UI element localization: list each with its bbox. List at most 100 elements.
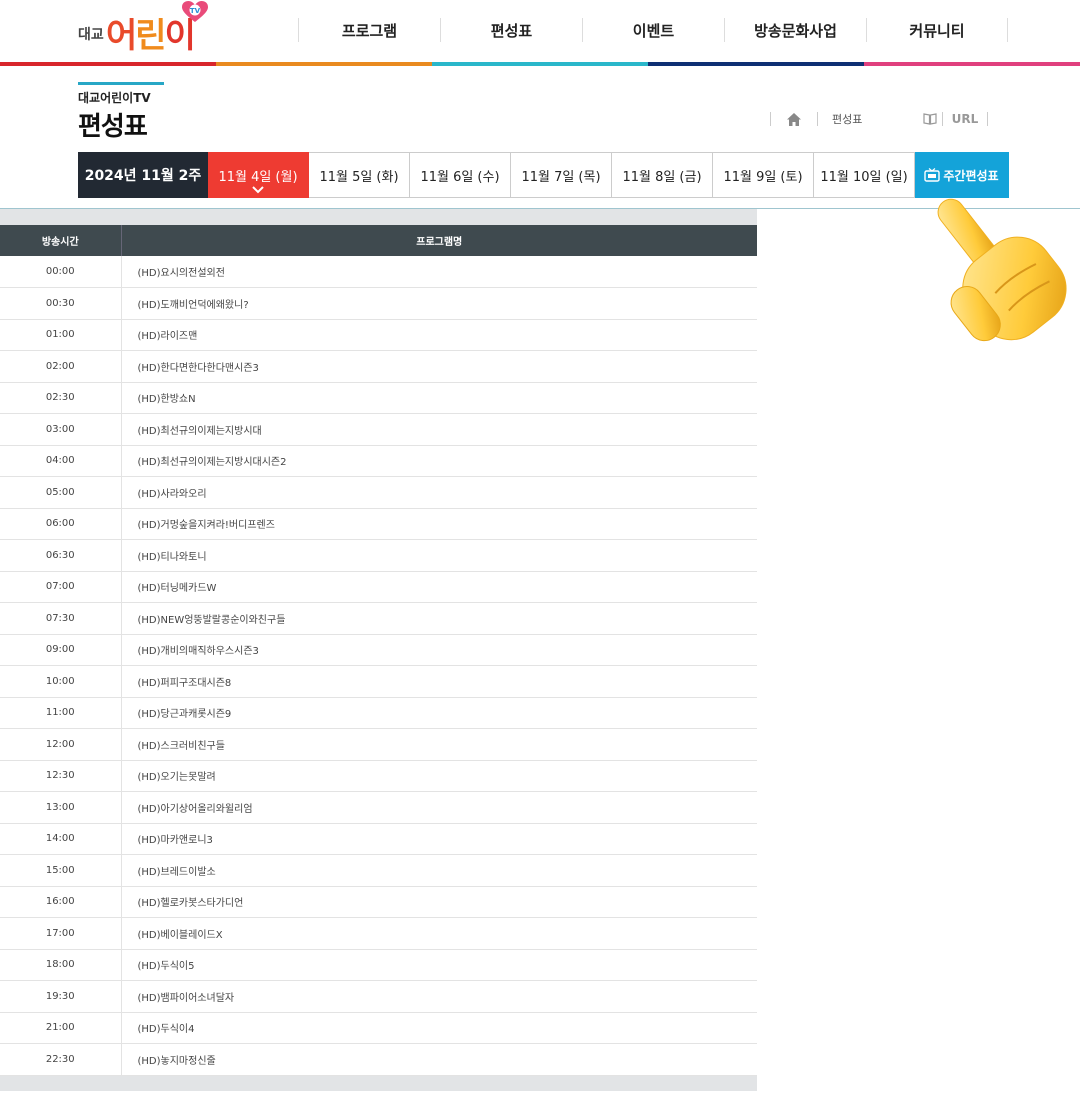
broadcast-time: 03:00	[0, 413, 122, 446]
site-header: 대교 어린이 TV 프로그램 편성표 이벤트 방송문화사업 커뮤니티	[0, 0, 1080, 62]
program-name[interactable]: (HD)놓지마정신줄	[121, 1043, 757, 1076]
table-row: 13:00 (HD)아기상어올리와윌리엄	[0, 791, 757, 824]
schedule-body: 00:00 (HD)요시의전설외전 00:30 (HD)도깨비언덕에왜왔니? 01:00…	[0, 256, 757, 1076]
tab-day-mon[interactable]: 11월 4일 (월)	[208, 152, 309, 198]
table-header-row: 방송시간 프로그램명	[0, 225, 757, 256]
program-name[interactable]: (HD)라이즈맨	[121, 319, 757, 351]
nav-item-program[interactable]: 프로그램	[298, 18, 440, 42]
program-name[interactable]: (HD)스크러비친구들	[121, 728, 757, 761]
broadcast-time: 02:30	[0, 382, 122, 414]
date-tabs: 2024년 11월 2주 11월 4일 (월) 11월 5일 (화) 11월 6…	[78, 152, 1009, 198]
color-bar	[0, 62, 1080, 66]
program-name[interactable]: (HD)최선규의이제는지방시대시즌2	[121, 445, 757, 477]
logo-main-label: 어린이	[106, 16, 196, 56]
tv-icon	[924, 168, 941, 182]
broadcast-time: 12:00	[0, 728, 122, 761]
broadcast-time: 13:00	[0, 791, 122, 824]
site-logo[interactable]: 대교 어린이 TV	[78, 1, 218, 60]
bookmark-button[interactable]	[918, 113, 942, 125]
program-name[interactable]: (HD)도깨비언덕에왜왔니?	[121, 287, 757, 320]
color-bar-segment	[216, 62, 432, 66]
table-row: 02:30 (HD)한방쇼N	[0, 382, 757, 414]
column-header-time: 방송시간	[0, 225, 122, 256]
program-name[interactable]: (HD)한방쇼N	[121, 382, 757, 414]
program-name[interactable]: (HD)헬로카봇스타가디언	[121, 886, 757, 918]
broadcast-time: 19:30	[0, 980, 122, 1013]
nav-item-schedule[interactable]: 편성표	[440, 18, 582, 42]
color-bar-segment	[864, 62, 1080, 66]
broadcast-time: 16:00	[0, 886, 122, 918]
table-row: 12:30 (HD)오기는못말려	[0, 760, 757, 792]
color-bar-segment	[432, 62, 648, 66]
program-name[interactable]: (HD)거멍숲을지켜라!버디프렌즈	[121, 508, 757, 540]
tab-day-fri[interactable]: 11월 8일 (금)	[612, 152, 713, 198]
program-name[interactable]: (HD)퍼피구조대시즌8	[121, 665, 757, 698]
broadcast-time: 05:00	[0, 476, 122, 509]
program-name[interactable]: (HD)NEW엉뚱발랄콩순이와친구들	[121, 602, 757, 635]
broadcast-time: 00:30	[0, 287, 122, 320]
home-link[interactable]	[771, 112, 817, 126]
table-row: 15:00 (HD)브레드이발소	[0, 854, 757, 887]
tab-day-tue[interactable]: 11월 5일 (화)	[309, 152, 410, 198]
program-name[interactable]: (HD)브레드이발소	[121, 854, 757, 887]
book-icon	[923, 113, 937, 125]
title-accent-line	[78, 82, 164, 85]
weekly-schedule-label: 주간편성표	[943, 168, 999, 183]
tab-day-sat[interactable]: 11월 9일 (토)	[713, 152, 814, 198]
breadcrumb-divider	[987, 112, 988, 126]
broadcast-time: 10:00	[0, 665, 122, 698]
table-row: 04:00 (HD)최선규의이제는지방시대시즌2	[0, 445, 757, 477]
tab-day-wed[interactable]: 11월 6일 (수)	[410, 152, 511, 198]
broadcast-time: 09:00	[0, 634, 122, 666]
chevron-down-icon	[252, 186, 264, 194]
program-name[interactable]: (HD)오기는못말려	[121, 760, 757, 792]
pointing-hand-icon	[937, 198, 1067, 342]
table-row: 07:00 (HD)터닝메카드W	[0, 571, 757, 603]
broadcast-time: 18:00	[0, 949, 122, 981]
tv-heart-icon: TV	[182, 1, 208, 22]
table-row: 01:00 (HD)라이즈맨	[0, 319, 757, 351]
broadcast-time: 04:00	[0, 445, 122, 477]
program-name[interactable]: (HD)뱀파이어소녀달자	[121, 980, 757, 1013]
tab-day-thu[interactable]: 11월 7일 (목)	[511, 152, 612, 198]
broadcast-time: 00:00	[0, 256, 122, 288]
broadcast-time: 06:00	[0, 508, 122, 540]
schedule-table: 방송시간 프로그램명 00:00 (HD)요시의전설외전 00:30 (HD)도깨비언…	[0, 225, 757, 1076]
table-row: 11:00 (HD)당근과캐롯시즌9	[0, 697, 757, 729]
program-name[interactable]: (HD)터닝메카드W	[121, 571, 757, 603]
nav-item-event[interactable]: 이벤트	[582, 18, 724, 42]
broadcast-time: 07:30	[0, 602, 122, 635]
broadcast-time: 17:00	[0, 917, 122, 950]
broadcast-time: 12:30	[0, 760, 122, 792]
program-name[interactable]: (HD)두식이5	[121, 949, 757, 981]
table-row: 05:00 (HD)사라와오리	[0, 476, 757, 509]
table-row: 07:30 (HD)NEW엉뚱발랄콩순이와친구들	[0, 602, 757, 635]
table-row: 14:00 (HD)마카앤로니3	[0, 823, 757, 855]
nav-item-community[interactable]: 커뮤니티	[866, 18, 1008, 42]
table-row: 09:00 (HD)개비의매직하우스시즌3	[0, 634, 757, 666]
program-name[interactable]: (HD)사라와오리	[121, 476, 757, 509]
page-subtitle: 대교어린이TV	[78, 91, 151, 105]
main-nav: 프로그램 편성표 이벤트 방송문화사업 커뮤니티	[298, 18, 1008, 42]
program-name[interactable]: (HD)개비의매직하우스시즌3	[121, 634, 757, 666]
table-row: 17:00 (HD)베이블레이드X	[0, 917, 757, 950]
page-title-block: 대교어린이TV 편성표	[78, 82, 164, 143]
program-name[interactable]: (HD)아기상어올리와윌리엄	[121, 791, 757, 824]
program-name[interactable]: (HD)최선규의이제는지방시대	[121, 413, 757, 446]
nav-item-culture[interactable]: 방송문화사업	[724, 18, 866, 42]
program-name[interactable]: (HD)요시의전설외전	[121, 256, 757, 288]
program-name[interactable]: (HD)한다면한다한다맨시즌3	[121, 350, 757, 383]
breadcrumb: 편성표 URL	[770, 110, 988, 128]
table-row: 22:30 (HD)놓지마정신줄	[0, 1043, 757, 1076]
svg-text:TV: TV	[190, 7, 201, 15]
url-copy-button[interactable]: URL	[943, 112, 987, 126]
program-name[interactable]: (HD)두식이4	[121, 1012, 757, 1044]
column-header-program: 프로그램명	[121, 225, 757, 256]
table-row: 02:00 (HD)한다면한다한다맨시즌3	[0, 350, 757, 383]
program-name[interactable]: (HD)당근과캐롯시즌9	[121, 697, 757, 729]
program-name[interactable]: (HD)베이블레이드X	[121, 917, 757, 950]
program-name[interactable]: (HD)티나와토니	[121, 539, 757, 572]
program-name[interactable]: (HD)마카앤로니3	[121, 823, 757, 855]
home-icon	[787, 112, 801, 126]
tab-day-sun[interactable]: 11월 10일 (일)	[814, 152, 915, 198]
